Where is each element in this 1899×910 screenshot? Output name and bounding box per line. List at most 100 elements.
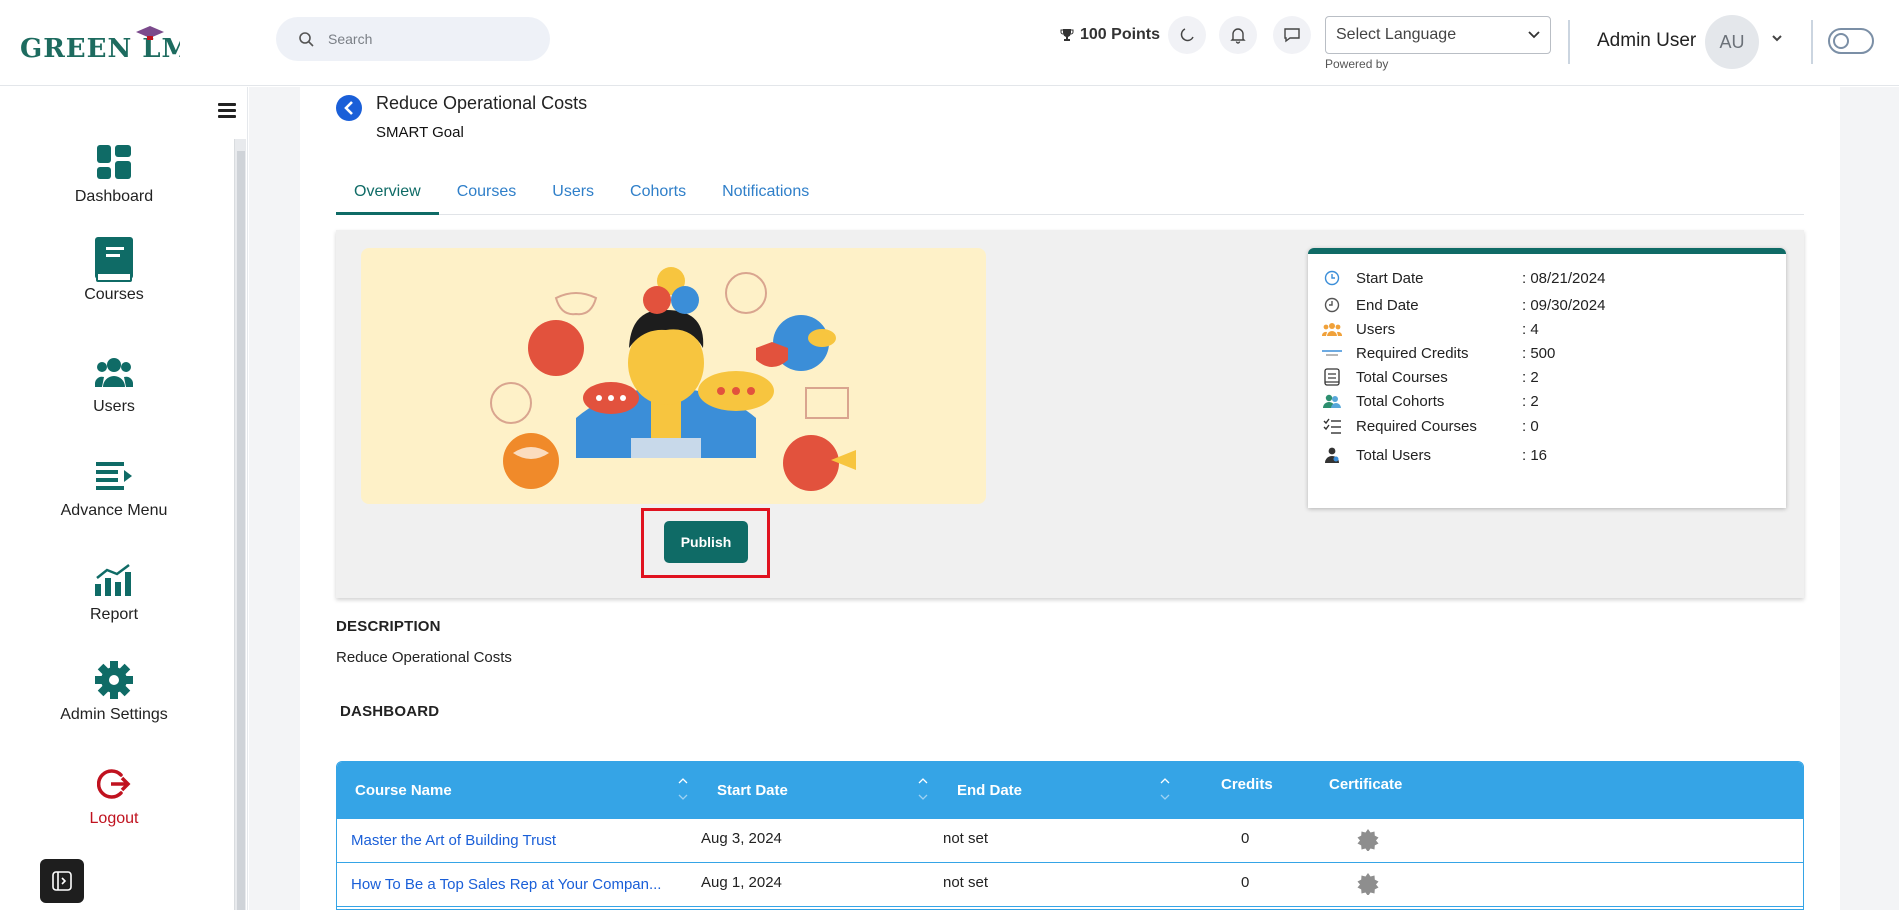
course-start-date: Aug 1, 2024 [701, 874, 782, 891]
points-badge[interactable]: 100 Points [1060, 26, 1160, 44]
sidebar-item-label: Report [89, 606, 139, 623]
stat-required-credits: Required Credits : 500 [1322, 344, 1555, 362]
column-start-date[interactable]: Start Date [717, 782, 788, 799]
tab-courses[interactable]: Courses [439, 177, 535, 215]
sidebar-item-advance-menu[interactable]: Advance Menu [14, 456, 214, 520]
course-credits: 0 [1241, 830, 1250, 847]
sidebar-item-label: Admin Settings [60, 706, 168, 723]
stat-value: : 2 [1522, 368, 1539, 386]
table-row: Master the Art of Building Trust Aug 3, … [337, 819, 1803, 863]
users-group-icon [1322, 323, 1342, 336]
dashboard-icon [97, 145, 131, 179]
user-name[interactable]: Admin User [1597, 30, 1696, 52]
logo-text: GREEN LMS [20, 34, 180, 64]
stat-value: : 4 [1522, 320, 1539, 338]
column-end-date[interactable]: End Date [957, 782, 1022, 799]
sort-icon[interactable] [917, 774, 929, 804]
course-start-date: Aug 3, 2024 [701, 830, 782, 847]
credits-icon [1322, 350, 1342, 356]
tab-notifications[interactable]: Notifications [704, 177, 827, 215]
description-text: Reduce Operational Costs [336, 649, 512, 666]
sidebar-item-dashboard[interactable]: Dashboard [14, 142, 214, 206]
column-credits: Credits [1221, 776, 1273, 793]
search-box[interactable] [276, 17, 550, 61]
stat-total-cohorts: Total Cohorts : 2 [1322, 392, 1539, 410]
sidebar-item-label: Logout [89, 810, 139, 827]
stat-end-date: End Date : 09/30/2024 [1322, 296, 1605, 314]
chevron-down-icon [1528, 31, 1540, 39]
users-icon [95, 358, 133, 387]
people-ideas-illustration [490, 267, 856, 491]
scrollbar-thumb[interactable] [237, 151, 245, 910]
back-button[interactable] [336, 95, 362, 121]
user-menu-chevron-icon[interactable] [1770, 33, 1784, 43]
search-icon [299, 32, 314, 47]
divider [1568, 20, 1570, 64]
logout-icon [97, 769, 131, 799]
tab-bar: Overview Courses Users Cohorts Notificat… [336, 177, 1804, 215]
theme-toggle[interactable] [1828, 28, 1874, 54]
course-name-link[interactable]: How To Be a Top Sales Rep at Your Compan… [351, 876, 661, 893]
stat-required-courses: Required Courses : 0 [1322, 417, 1539, 435]
sidebar-scrollbar[interactable] [234, 139, 246, 910]
sidebar-item-users[interactable]: Users [14, 352, 214, 416]
tab-overview[interactable]: Overview [336, 177, 439, 215]
sort-icon[interactable] [677, 774, 689, 804]
notifications-button[interactable] [1219, 16, 1257, 54]
sidebar-item-admin-settings[interactable]: Admin Settings [14, 660, 214, 724]
course-end-date: not set [943, 874, 989, 891]
sort-icon[interactable] [1159, 774, 1171, 804]
overview-card: Publish Start Date : 08/21/2024 End Date… [336, 230, 1804, 598]
powered-by: Powered by [1325, 57, 1389, 71]
bell-icon [1230, 28, 1246, 44]
stat-value: : 16 [1522, 446, 1548, 464]
cohorts-icon [1323, 394, 1341, 408]
stat-users: Users : 4 [1322, 320, 1539, 338]
publish-button[interactable]: Publish [664, 521, 748, 563]
clock-end-icon [1324, 297, 1340, 313]
sidebar-item-logout[interactable]: Logout [14, 764, 214, 828]
tab-users[interactable]: Users [534, 177, 612, 215]
logo[interactable]: GREEN LMS [20, 24, 180, 64]
course-credits: 0 [1241, 874, 1250, 891]
goal-stats-panel: Start Date : 08/21/2024 End Date : 09/30… [1308, 248, 1786, 508]
sidebar-item-courses[interactable]: Courses [14, 237, 214, 304]
menu-icon [96, 462, 132, 490]
moon-icon [1180, 28, 1194, 42]
dark-mode-button[interactable] [1168, 16, 1206, 54]
certificate-icon[interactable] [1357, 873, 1379, 895]
table-header: Course Name Start Date End Date Credits … [337, 762, 1803, 819]
stat-label: Total Users [1356, 446, 1432, 464]
language-select[interactable]: Select Language [1325, 16, 1551, 54]
user-icon [1325, 447, 1339, 463]
goal-banner-image [361, 248, 986, 504]
page-title: Reduce Operational Costs [376, 93, 588, 113]
sidebar-item-report[interactable]: Report [14, 560, 214, 624]
tab-cohorts[interactable]: Cohorts [612, 177, 704, 215]
book-icon [95, 237, 133, 282]
search-input[interactable] [328, 31, 528, 47]
stat-value: : 2 [1522, 392, 1539, 410]
hamburger-menu-icon[interactable] [218, 103, 236, 119]
avatar[interactable]: AU [1705, 15, 1759, 69]
stat-label: Total Courses [1356, 368, 1448, 386]
dashboard-heading: DASHBOARD [340, 703, 440, 720]
sidebar-item-label: Advance Menu [60, 502, 168, 519]
panel-expand-icon [52, 871, 72, 891]
courses-icon [1324, 368, 1340, 386]
trophy-icon [1060, 29, 1074, 41]
messages-button[interactable] [1273, 16, 1311, 54]
stat-label: End Date [1356, 296, 1419, 314]
expand-panel-button[interactable] [40, 859, 84, 903]
divider [1811, 20, 1813, 64]
sidebar-item-label: Dashboard [74, 188, 154, 205]
course-name-link[interactable]: Master the Art of Building Trust [351, 832, 556, 849]
language-select-label: Select Language [1336, 26, 1457, 43]
clock-icon [1324, 270, 1340, 286]
sidebar-item-label: Courses [84, 286, 144, 303]
logo-graphic: GREEN LMS [20, 26, 180, 64]
dashboard-table: Course Name Start Date End Date Credits … [336, 761, 1804, 910]
certificate-icon[interactable] [1357, 829, 1379, 851]
stat-label: Total Cohorts [1356, 392, 1445, 410]
column-course-name[interactable]: Course Name [355, 782, 452, 799]
